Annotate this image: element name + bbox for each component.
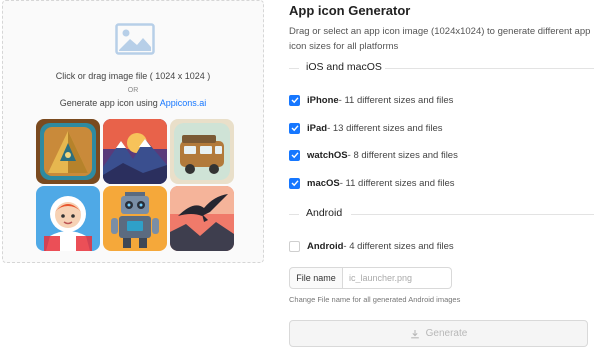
eagle-icon (170, 186, 234, 251)
file-name-hint: Change File name for all generated Andro… (289, 295, 461, 304)
mountain-sunset-icon (103, 119, 167, 184)
robot-icon (103, 186, 167, 251)
option-label: iPad (307, 122, 328, 134)
checkbox-checked-icon[interactable] (289, 94, 300, 106)
sample-icons-grid (36, 119, 234, 251)
option-label: watchOS (307, 149, 348, 161)
divider-line (289, 214, 299, 215)
file-name-label: File name (289, 267, 343, 289)
option-ipad[interactable]: iPad - 13 different sizes and files (289, 121, 443, 135)
option-watchos[interactable]: watchOS - 8 different sizes and files (289, 148, 458, 162)
generate-with-ai-text: Generate app icon using Appicons.ai (3, 98, 263, 108)
generate-button[interactable]: Generate (289, 320, 588, 347)
divider-line (289, 68, 299, 69)
option-macos[interactable]: macOS - 11 different sizes and files (289, 176, 455, 190)
option-detail: - 8 different sizes and files (347, 149, 458, 161)
upload-instruction: Click or drag image file ( 1024 x 1024 ) (55, 71, 211, 81)
camper-van-icon (170, 119, 234, 184)
sample-icon-eagle[interactable] (170, 186, 234, 251)
divider-line (351, 214, 594, 215)
ios-section-title: iOS and macOS (306, 61, 382, 73)
page-title: App icon Generator (289, 3, 411, 18)
checkbox-unchecked-icon[interactable] (289, 240, 300, 252)
option-detail: - 11 different sizes and files (339, 177, 455, 189)
android-section-title: Android (306, 207, 343, 219)
page-description: Drag or select an app icon image (1024x1… (289, 26, 591, 52)
file-name-input[interactable] (343, 267, 452, 289)
appicons-ai-link[interactable]: Appicons.ai (160, 98, 207, 108)
android-section-divider: Android (289, 207, 594, 221)
option-label: Android (307, 240, 344, 252)
sample-icon-van[interactable] (170, 119, 234, 184)
sample-icon-mountain[interactable] (103, 119, 167, 184)
option-label: macOS (307, 177, 340, 189)
checkbox-checked-icon[interactable] (289, 149, 300, 161)
generate-prefix: Generate app icon using (59, 98, 160, 108)
sample-icon-astronaut[interactable] (36, 186, 100, 251)
checkbox-checked-icon[interactable] (289, 177, 300, 189)
pyramid-icon (36, 119, 100, 184)
upload-dropzone[interactable]: Click or drag image file ( 1024 x 1024 )… (2, 0, 264, 263)
option-detail: - 4 different sizes and files (343, 240, 454, 252)
or-separator: OR (127, 87, 139, 94)
option-iphone[interactable]: iPhone - 11 different sizes and files (289, 93, 453, 107)
sample-icon-robot[interactable] (103, 186, 167, 251)
option-android[interactable]: Android - 4 different sizes and files (289, 239, 454, 253)
option-detail: - 13 different sizes and files (327, 122, 443, 134)
ios-section-divider: iOS and macOS (289, 61, 594, 75)
sample-icon-pyramid[interactable] (36, 119, 100, 184)
checkbox-checked-icon[interactable] (289, 122, 300, 134)
astronaut-girl-icon (36, 186, 100, 251)
download-icon (410, 329, 419, 338)
option-detail: - 11 different sizes and files (338, 94, 454, 106)
divider-line (385, 68, 594, 69)
option-label: iPhone (307, 94, 339, 106)
generate-button-label: Generate (425, 328, 468, 339)
file-name-group: File name (289, 267, 452, 289)
image-icon (115, 23, 155, 55)
